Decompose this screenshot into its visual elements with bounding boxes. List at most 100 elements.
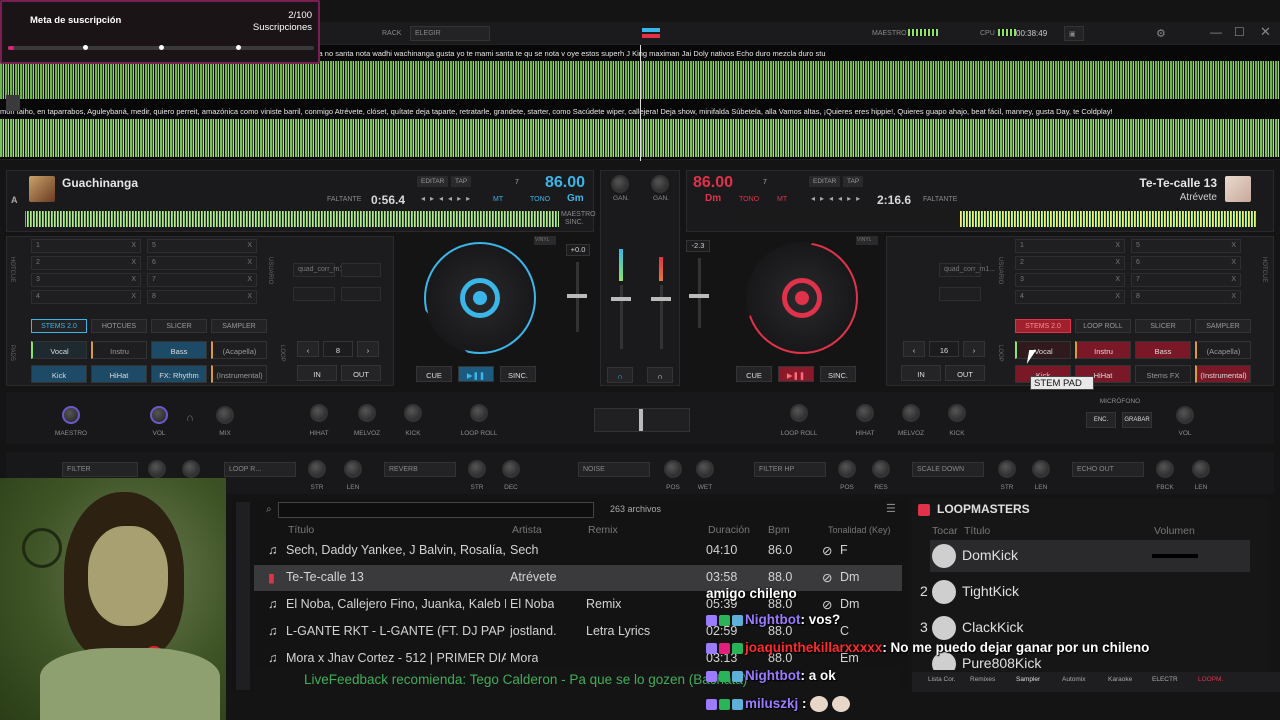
deck-a-tab-hotcues[interactable]: HOTCUES — [91, 319, 147, 333]
deck-a-pad-bass[interactable]: Bass — [151, 341, 207, 359]
list-view-icon[interactable]: ☰ — [886, 502, 896, 515]
col-remix[interactable]: Remix — [588, 524, 618, 536]
deck-a-hotcue-8[interactable]: 8X — [147, 290, 257, 304]
deck-b-hotcue-4[interactable]: 4X — [1015, 290, 1125, 304]
sampler-volume-bar[interactable] — [1152, 554, 1198, 558]
deck-b-hotcue-2[interactable]: 2X — [1015, 256, 1125, 270]
fx-select-filter-hp[interactable]: FILTER HP — [754, 462, 826, 477]
settings-icon[interactable]: ⚙ — [1156, 27, 1166, 40]
tab-list[interactable]: Lista Cor. — [928, 676, 955, 683]
tab-automix[interactable]: Automix — [1062, 676, 1085, 683]
close-icon[interactable]: ✕ — [1260, 24, 1271, 40]
deck-a-pad-vocal[interactable]: Vocal — [31, 341, 87, 359]
fx-select-scale-down[interactable]: SCALE DOWN — [912, 462, 984, 477]
col-artist[interactable]: Artista — [512, 524, 542, 536]
deck-a-user-slot[interactable] — [341, 263, 381, 277]
deck-a-transport-icons[interactable]: ◂▸◂◂▸▸ — [421, 194, 475, 203]
deck-a-volume-track[interactable] — [620, 285, 623, 349]
fx-select-echo-out[interactable]: ECHO OUT — [1072, 462, 1144, 477]
deck-a-loop-next-icon[interactable]: › — [357, 341, 379, 357]
tab-loopmasters[interactable]: LOOPM. — [1198, 676, 1223, 683]
deck-a-play-button[interactable]: ▶❚❚ — [458, 366, 494, 382]
fx-str-knob[interactable] — [308, 460, 326, 478]
deck-b-hotcue-7[interactable]: 7X — [1131, 273, 1241, 287]
deck-b-pad-instrumental[interactable]: (Instrumental) — [1195, 365, 1251, 383]
deck-a-headphone-icon[interactable]: ∩ — [607, 367, 633, 383]
deck-b-pad-stems-fx[interactable]: Stems FX — [1135, 365, 1191, 383]
fx-reverb-dec-knob[interactable] — [502, 460, 520, 478]
fx-reverb-str-knob[interactable] — [468, 460, 486, 478]
deck-b-loop-prev-icon[interactable]: ‹ — [903, 341, 925, 357]
deck-b-volume-fader[interactable] — [651, 297, 671, 301]
browser-scrollbar[interactable] — [236, 502, 250, 690]
fx-noise-wet-knob[interactable] — [696, 460, 714, 478]
deck-a-pad-acapella[interactable]: (Acapella) — [211, 341, 267, 359]
mic-record-button[interactable]: GRABAR — [1122, 412, 1152, 428]
sampler-item[interactable]: 2 TightKick — [920, 576, 1250, 608]
deck-b-pitch-track[interactable] — [698, 258, 701, 328]
waveform-zoom-handle[interactable] — [6, 95, 20, 111]
tab-karaoke[interactable]: Karaoke — [1108, 676, 1132, 683]
deck-a-mini-waveform[interactable] — [25, 211, 559, 227]
fx-filter-knob-2[interactable] — [182, 460, 200, 478]
fx-select-filter[interactable]: FILTER — [62, 462, 138, 477]
deck-a-gain-knob[interactable] — [611, 175, 629, 193]
deck-a-tono[interactable]: TONO — [530, 196, 550, 203]
deck-a-hotcue-2[interactable]: 2X — [31, 256, 141, 270]
deck-a-hotcue-7[interactable]: 7X — [147, 273, 257, 287]
deck-b-user-slot[interactable]: quad_corr_m1... — [939, 263, 995, 277]
fx-scale-len-knob[interactable] — [1032, 460, 1050, 478]
fx-knob-loop-roll[interactable] — [470, 404, 488, 422]
deck-b-cue-button[interactable]: CUE — [736, 366, 772, 382]
table-row-selected[interactable]: ▮ Te-Te-calle 13 Atrévete 03:58 88.0 ⊘ D… — [254, 565, 902, 591]
layout-icon[interactable] — [640, 26, 662, 40]
deck-b-hotcue-1[interactable]: 1X — [1015, 239, 1125, 253]
deck-b-hotcue-6[interactable]: 6X — [1131, 256, 1241, 270]
deck-b-vinyl-button[interactable]: VINYL — [856, 236, 878, 245]
mix-knob[interactable] — [216, 406, 234, 424]
deck-a-edit-button[interactable]: EDITAR — [417, 176, 449, 187]
deck-a-hotcue-3[interactable]: 3X — [31, 273, 141, 287]
fx-knob-melvoz[interactable] — [358, 404, 376, 422]
col-bpm[interactable]: Bpm — [768, 524, 790, 536]
tab-sampler[interactable]: Sampler — [1016, 676, 1040, 683]
deck-a-volume-fader[interactable] — [611, 297, 631, 301]
deck-b-pad-bass[interactable]: Bass — [1135, 341, 1191, 359]
deck-b-play-button[interactable]: ▶❚❚ — [778, 366, 814, 382]
deck-b-tab-slicer[interactable]: SLICER — [1135, 319, 1191, 333]
deck-b-tono[interactable]: TONO — [739, 196, 759, 203]
deck-a-user-slot[interactable] — [341, 287, 381, 301]
deck-a-tab-stems[interactable]: STEMS 2.0 — [31, 319, 87, 333]
deck-a-pad-kick[interactable]: Kick — [31, 365, 87, 383]
search-icon[interactable]: ⌕ — [266, 504, 272, 515]
crossfader-track[interactable] — [594, 408, 690, 432]
fx-knob-hihat[interactable] — [310, 404, 328, 422]
deck-a-hotcue-1[interactable]: 1X — [31, 239, 141, 253]
deck-a-cue-button[interactable]: CUE — [416, 366, 452, 382]
deck-a-pad-hihat[interactable]: HiHat — [91, 365, 147, 383]
deck-b-hotcue-5[interactable]: 5X — [1131, 239, 1241, 253]
fx-knob-kick[interactable] — [404, 404, 422, 422]
deck-a-tab-slicer[interactable]: SLICER — [151, 319, 207, 333]
rack-select[interactable]: ELEGIR — [410, 26, 490, 41]
deck-b-tap-button[interactable]: TAP — [843, 176, 864, 187]
deck-a-pad-instru[interactable]: Instru — [91, 341, 147, 359]
deck-b-volume-track[interactable] — [660, 285, 663, 349]
fx-hp-res-knob[interactable] — [872, 460, 890, 478]
deck-a-hotcue-4[interactable]: 4X — [31, 290, 141, 304]
deck-a-pitch-fader[interactable] — [567, 294, 587, 298]
deck-a-tap-button[interactable]: TAP — [451, 176, 472, 187]
fx-len-knob[interactable] — [344, 460, 362, 478]
deck-b-user-slot[interactable] — [939, 287, 981, 301]
deck-b-tab-stems[interactable]: STEMS 2.0 — [1015, 319, 1071, 333]
fx-echo-len-knob[interactable] — [1192, 460, 1210, 478]
deck-a-loop-size[interactable]: 8 — [323, 341, 353, 357]
fx-knob-b-kick[interactable] — [948, 404, 966, 422]
master-volume-knob[interactable] — [62, 406, 80, 424]
fx-scale-str-knob[interactable] — [998, 460, 1016, 478]
sampler-item[interactable]: DomKick — [930, 540, 1250, 572]
deck-b-mini-waveform[interactable] — [727, 211, 1257, 227]
headphone-icon[interactable]: ∩ — [186, 412, 194, 424]
deck-b-loop-size[interactable]: 16 — [929, 341, 959, 357]
deck-a-loop-out-button[interactable]: OUT — [341, 365, 381, 381]
